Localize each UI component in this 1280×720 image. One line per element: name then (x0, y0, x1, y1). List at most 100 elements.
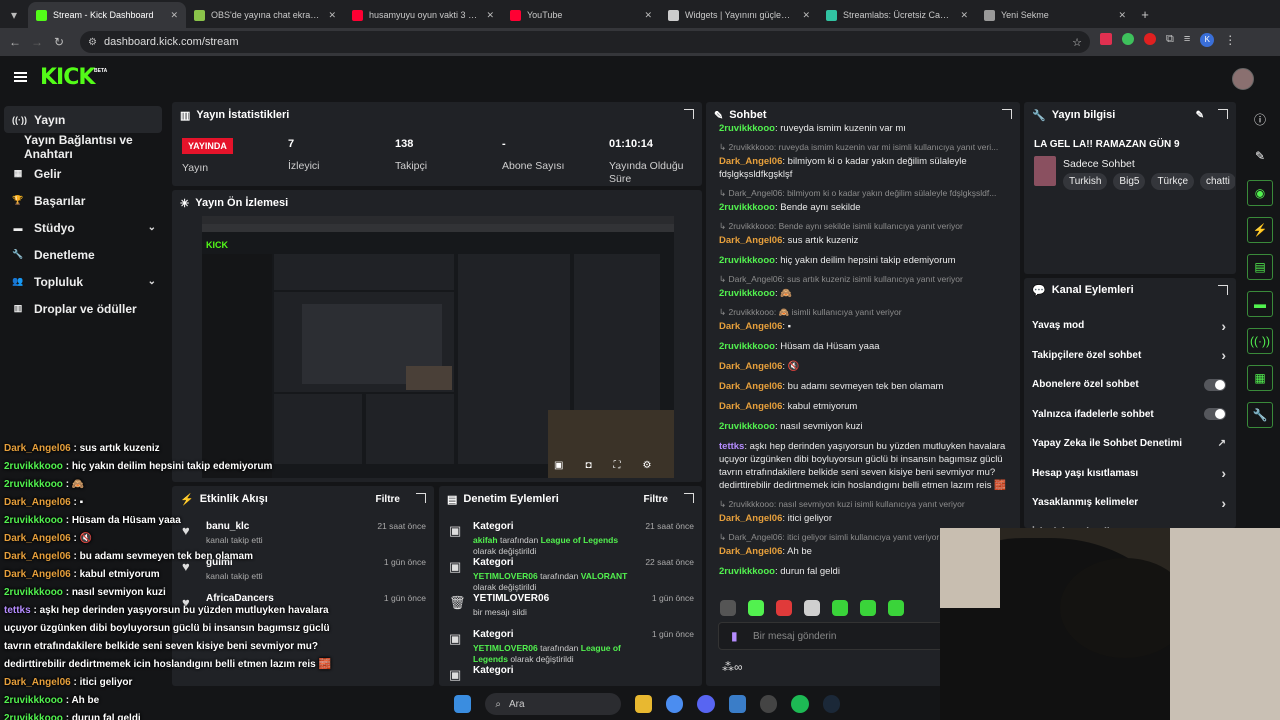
file-explorer-icon[interactable] (634, 695, 652, 713)
chat-username[interactable]: tettks (719, 441, 744, 452)
tab-close-icon[interactable]: ✕ (960, 10, 968, 21)
media-icon[interactable]: ≡ (1184, 33, 1190, 47)
chat-message[interactable]: Dark_Angel06: kabul etmiyorum (719, 400, 1009, 413)
sidebar-item[interactable]: ▦ Gelir (0, 160, 170, 187)
chat-username[interactable]: Dark_Angel06 (719, 546, 782, 557)
chat-username[interactable]: 2ruvikkkooo (719, 341, 775, 352)
more-menu-icon[interactable]: ⋮ (1224, 33, 1236, 47)
tab-close-icon[interactable]: ✕ (170, 10, 178, 21)
hamburger-menu-icon[interactable] (14, 72, 27, 82)
chat-message[interactable]: ↳ 2ruvikkkooo: nasıl sevmiyon kuzi isiml… (719, 499, 1009, 525)
channel-action[interactable]: İzleyici Yönlendir› (1024, 518, 1236, 528)
chat-tools-icon[interactable]: ⁂∞ (722, 660, 743, 674)
chat-username[interactable]: Dark_Angel06 (719, 381, 782, 392)
chat-message[interactable]: tettks: aşkı hep derinden yaşıyorsun bu … (719, 440, 1009, 492)
chat-username[interactable]: 2ruvikkkooo (719, 566, 775, 577)
chat-username[interactable]: Dark_Angel06 (719, 513, 782, 524)
toggle-switch[interactable] (1204, 408, 1226, 421)
bookmark-star-icon[interactable]: ☆ (1072, 36, 1082, 49)
sidebar-item[interactable]: 🔧 Denetleme (0, 241, 170, 268)
browser-tab[interactable]: Stream - Kick Dashboard ✕ (28, 2, 186, 28)
chat-message[interactable]: 2ruvikkkooo: Hüsam da Hüsam yaaa (719, 340, 1009, 353)
new-tab-icon[interactable]: + (1134, 2, 1156, 28)
browser-tab[interactable]: husamyuyu oyun vakti 3 - Y ✕ (344, 2, 502, 28)
windows-start-icon[interactable] (454, 695, 472, 713)
popout-icon[interactable] (1218, 109, 1228, 119)
puzzle-icon[interactable]: ⧉ (1166, 33, 1174, 47)
sidebar-item[interactable]: ((·)) Yayın (4, 106, 162, 133)
chat-message[interactable]: ↳ 2ruvikkkooo: ruveyda ismim kuzenin var… (719, 142, 1009, 181)
info-icon[interactable]: ⓘ (1247, 106, 1273, 132)
sidebar-item[interactable]: 👥 Topluluk ⌄ (0, 268, 170, 295)
channel-action[interactable]: Yalnızca ifadelerle sohbet (1024, 400, 1236, 430)
chat-username[interactable]: 2ruvikkkooo (719, 255, 775, 266)
emote-icon[interactable] (888, 600, 904, 616)
chrome-icon[interactable] (665, 695, 684, 713)
tab-list-icon[interactable]: ▾ (0, 2, 28, 28)
focus-icon[interactable]: ◉ (1247, 180, 1273, 206)
mod-user[interactable]: YETIMLOVER06 (473, 643, 538, 653)
back-icon[interactable]: ← (4, 35, 26, 49)
chat-username[interactable]: Dark_Angel06 (719, 321, 782, 332)
emote-icon[interactable] (804, 600, 820, 616)
broadcast-icon[interactable]: ((·)) (1247, 328, 1273, 354)
layout-icon[interactable]: ▦ (1247, 365, 1273, 391)
filter-button[interactable]: Filtre (644, 494, 668, 505)
browser-tab[interactable]: Widgets | Yayınını güçlendirmek ✕ (660, 2, 818, 28)
browser-tab[interactable]: OBS'de yayına chat ekranı nasıl ✕ (186, 2, 344, 28)
mic-icon[interactable]: ▮ (731, 629, 738, 643)
chat-message[interactable]: 2ruvikkkooo: nasıl sevmiyon kuzi (719, 420, 1009, 433)
discord-icon[interactable] (697, 695, 715, 713)
chevron-down-icon[interactable]: ⌄ (148, 276, 156, 287)
popout-icon[interactable] (684, 493, 694, 503)
preview-video[interactable]: KICK ▣ ◘ ⛶ ⚙ (202, 216, 674, 478)
tag[interactable]: Big5 (1113, 173, 1146, 190)
sidebar-item[interactable]: Yayın Bağlantısı ve Anahtarı (0, 133, 170, 161)
pip-icon[interactable]: ▣ (554, 460, 563, 471)
taskbar-search[interactable]: ⌕ Ara (485, 693, 621, 715)
edit-pencil-icon[interactable]: ✎ (1196, 110, 1204, 121)
profile-icon[interactable]: K (1200, 33, 1215, 47)
chat-username[interactable]: 2ruvikkkooo (719, 123, 775, 134)
chat-username[interactable]: 2ruvikkkooo (719, 421, 775, 432)
sidebar-item[interactable]: ▬ Stüdyo ⌄ (0, 214, 170, 241)
popout-icon[interactable] (684, 109, 694, 119)
chat-username[interactable]: Dark_Angel06 (719, 361, 782, 372)
chat-username[interactable]: Dark_Angel06 (719, 401, 782, 412)
wrench-icon[interactable]: 🔧 (1247, 402, 1273, 428)
toggle-switch[interactable] (1204, 378, 1226, 391)
lightning-icon[interactable]: ⚡ (1247, 217, 1273, 243)
chat-username[interactable]: 2ruvikkkooo (719, 202, 775, 213)
chat-bubble-icon[interactable]: ▬ (1247, 291, 1273, 317)
fullscreen-icon[interactable]: ⛶ (614, 460, 621, 471)
emote-icon[interactable] (776, 600, 792, 616)
channel-action[interactable]: Yavaş mod › (1024, 311, 1236, 341)
browser-tab[interactable]: Yeni Sekme ✕ (976, 2, 1134, 28)
address-bar[interactable]: ⚙ dashboard.kick.com/stream ☆ (80, 31, 1090, 53)
channel-action[interactable]: Takipçilere özel sohbet › (1024, 341, 1236, 371)
extension-icon[interactable] (1100, 33, 1112, 45)
obs-icon[interactable] (759, 695, 778, 713)
document-icon[interactable]: ▤ (1247, 254, 1273, 280)
settings-icon[interactable]: ⚙ (643, 460, 652, 471)
mod-user[interactable]: akifah (473, 535, 498, 545)
chat-username[interactable]: Dark_Angel06 (719, 235, 782, 246)
emote-icon[interactable] (832, 600, 848, 616)
filter-button[interactable]: Filtre (376, 494, 400, 505)
snapshot-icon[interactable]: ◘ (585, 460, 591, 471)
popout-icon[interactable] (1002, 109, 1012, 119)
emote-icon[interactable] (748, 600, 764, 616)
tab-close-icon[interactable]: ✕ (644, 10, 652, 21)
emote-icon[interactable] (720, 600, 736, 616)
chat-username[interactable]: Dark_Angel06 (719, 156, 782, 167)
chat-message[interactable]: ↳ 2ruvikkkooo: Bende aynı sekilde isimli… (719, 221, 1009, 247)
chat-message[interactable]: Dark_Angel06: bu adamı sevmeyen tek ben … (719, 380, 1009, 393)
tab-close-icon[interactable]: ✕ (1118, 10, 1126, 21)
emote-icon[interactable] (860, 600, 876, 616)
chat-message[interactable]: 2ruvikkkooo: hiç yakın deilim hepsini ta… (719, 254, 1009, 267)
user-avatar[interactable] (1232, 68, 1254, 90)
chat-username[interactable]: 2ruvikkkooo (719, 288, 775, 299)
tag[interactable]: Türkçe (1151, 173, 1194, 190)
recorder-extension-icon[interactable] (1144, 33, 1156, 45)
chat-message[interactable]: Dark_Angel06: 🔇 (719, 360, 1009, 373)
